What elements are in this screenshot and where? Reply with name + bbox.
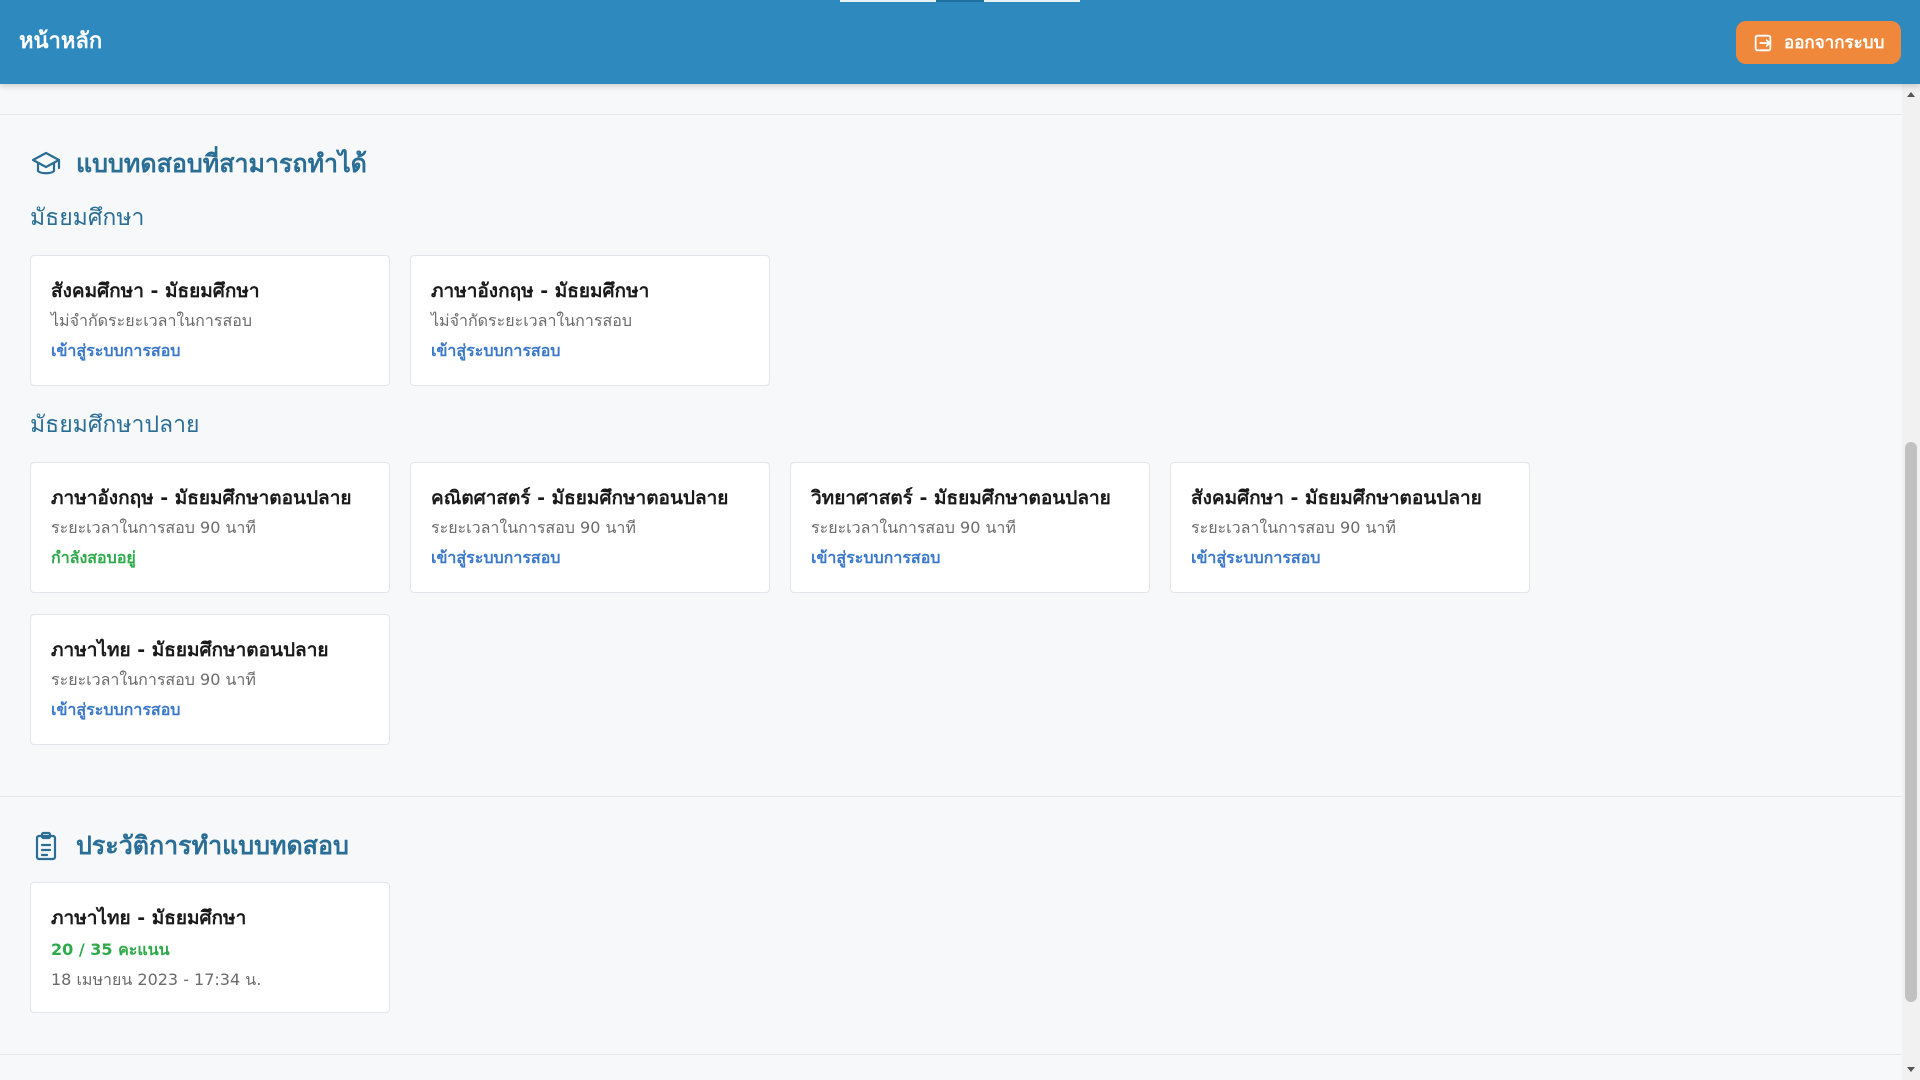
exam-card-title: ภาษาอังกฤษ - มัธยมศึกษา xyxy=(431,280,650,302)
exam-card-title: ภาษาไทย - มัธยมศึกษาตอนปลาย xyxy=(51,639,329,661)
enter-exam-link[interactable]: เข้าสู่ระบบการสอบ xyxy=(1191,547,1509,569)
exam-in-progress-status: กำลังสอบอยู่ xyxy=(51,548,136,567)
exam-card: สังคมศึกษา - มัธยมศึกษา ไม่จำกัดระยะเวลา… xyxy=(30,255,390,386)
exam-card: ภาษาอังกฤษ - มัธยมศึกษาตอนปลาย ระยะเวลาใ… xyxy=(30,462,390,593)
loading-indicator-tail xyxy=(984,0,1080,2)
available-exams-title: แบบทดสอบที่สามารถทำได้ xyxy=(76,149,367,178)
exam-card-duration: ระยะเวลาในการสอบ 90 นาที xyxy=(51,670,256,689)
history-title: ประวัติการทำแบบทดสอบ xyxy=(76,831,349,860)
exam-card-title: สังคมศึกษา - มัธยมศึกษาตอนปลาย xyxy=(1191,487,1482,509)
section-divider xyxy=(0,796,1902,797)
logout-icon xyxy=(1752,32,1774,54)
exam-card-duration: ระยะเวลาในการสอบ 90 นาที xyxy=(811,518,1016,537)
logout-button[interactable]: ออกจากระบบ xyxy=(1736,21,1901,64)
main-content: แบบทดสอบที่สามารถทำได้ มัธยมศึกษา สังคมศ… xyxy=(0,84,1902,1080)
loading-indicator-active xyxy=(936,0,984,2)
history-date: 18 เมษายน 2023 - 17:34 น. xyxy=(51,970,262,989)
exam-card-title: สังคมศึกษา - มัธยมศึกษา xyxy=(51,280,260,302)
history-card-title: ภาษาไทย - มัธยมศึกษา xyxy=(51,907,247,929)
history-score: 20 / 35 คะแนน xyxy=(51,940,170,959)
exam-card-duration: ระยะเวลาในการสอบ 90 นาที xyxy=(431,518,636,537)
exam-card: ภาษาอังกฤษ - มัธยมศึกษา ไม่จำกัดระยะเวลา… xyxy=(410,255,770,386)
enter-exam-link[interactable]: เข้าสู่ระบบการสอบ xyxy=(51,340,369,362)
exam-card-title: วิทยาศาสตร์ - มัธยมศึกษาตอนปลาย xyxy=(811,487,1111,509)
exam-card: วิทยาศาสตร์ - มัธยมศึกษาตอนปลาย ระยะเวลา… xyxy=(790,462,1150,593)
group-title-upper-secondary: มัธยมศึกษาปลาย xyxy=(30,412,200,438)
scrollbar-thumb[interactable] xyxy=(1905,442,1917,1002)
exam-card: คณิตศาสตร์ - มัธยมศึกษาตอนปลาย ระยะเวลาใ… xyxy=(410,462,770,593)
enter-exam-link[interactable]: เข้าสู่ระบบการสอบ xyxy=(51,699,369,721)
exam-card-duration: ไม่จำกัดระยะเวลาในการสอบ xyxy=(431,311,632,330)
exam-card-duration: ไม่จำกัดระยะเวลาในการสอบ xyxy=(51,311,252,330)
logout-label: ออกจากระบบ xyxy=(1784,33,1885,53)
group-title-lower-secondary: มัธยมศึกษา xyxy=(30,205,145,231)
loading-indicator xyxy=(840,0,936,2)
enter-exam-link[interactable]: เข้าสู่ระบบการสอบ xyxy=(431,340,749,362)
exam-card-duration: ระยะเวลาในการสอบ 90 นาที xyxy=(1191,518,1396,537)
history-card: ภาษาไทย - มัธยมศึกษา 20 / 35 คะแนน 18 เม… xyxy=(30,882,390,1013)
exam-card-duration: ระยะเวลาในการสอบ 90 นาที xyxy=(51,518,256,537)
page-title[interactable]: หน้าหลัก xyxy=(19,27,102,57)
exam-card-title: ภาษาอังกฤษ - มัธยมศึกษาตอนปลาย xyxy=(51,487,352,509)
scroll-up-icon[interactable] xyxy=(1907,92,1915,97)
vertical-scrollbar[interactable] xyxy=(1902,84,1920,1080)
top-navbar: หน้าหลัก ออกจากระบบ xyxy=(0,0,1920,84)
enter-exam-link[interactable]: เข้าสู่ระบบการสอบ xyxy=(431,547,749,569)
scroll-down-icon[interactable] xyxy=(1907,1067,1915,1072)
exam-card: สังคมศึกษา - มัธยมศึกษาตอนปลาย ระยะเวลาใ… xyxy=(1170,462,1530,593)
history-heading: ประวัติการทำแบบทดสอบ xyxy=(30,826,349,866)
section-divider xyxy=(0,114,1902,115)
clipboard-list-icon xyxy=(30,830,62,862)
graduation-cap-icon xyxy=(30,148,62,180)
section-divider xyxy=(0,1054,1902,1055)
available-exams-heading: แบบทดสอบที่สามารถทำได้ xyxy=(30,144,367,184)
exam-card-title: คณิตศาสตร์ - มัธยมศึกษาตอนปลาย xyxy=(431,487,729,509)
enter-exam-link[interactable]: เข้าสู่ระบบการสอบ xyxy=(811,547,1129,569)
exam-card: ภาษาไทย - มัธยมศึกษาตอนปลาย ระยะเวลาในกา… xyxy=(30,614,390,745)
